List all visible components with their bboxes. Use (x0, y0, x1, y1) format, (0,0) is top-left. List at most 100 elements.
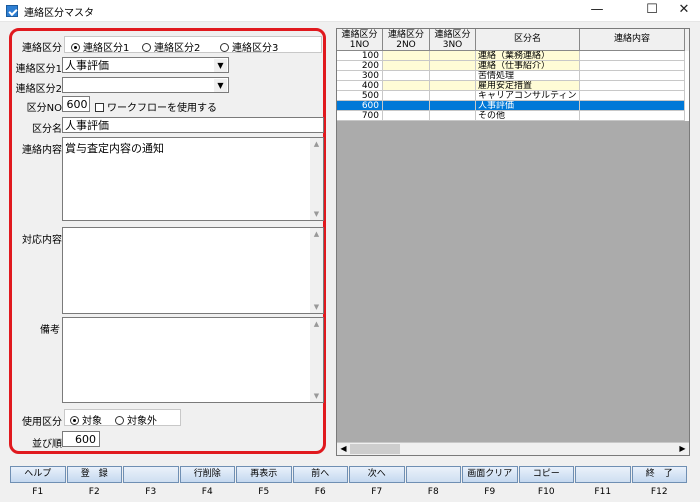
table-cell-no2[interactable] (383, 61, 430, 71)
table-row[interactable]: 200 連絡（仕事紹介） (337, 61, 689, 71)
header-kubun1no[interactable]: 連絡区分 1NO (337, 29, 383, 51)
type-radio-3[interactable]: 連絡区分3 (220, 39, 278, 54)
table-cell-name[interactable]: 雇用安定措置 (476, 81, 580, 91)
fkey-button-f9[interactable]: 画面クリア (462, 466, 518, 483)
table-cell-content[interactable] (580, 111, 685, 121)
fkey-label-f9: F9 (484, 487, 496, 497)
fkey-button-f4[interactable]: 行削除 (179, 466, 235, 483)
table-cell-no3[interactable] (430, 81, 476, 91)
fkey-button-f6[interactable]: 前へ (292, 466, 348, 483)
table-cell-content[interactable] (580, 101, 685, 111)
remarks-textarea[interactable]: ▲ ▼ (62, 317, 324, 403)
scroll-up-icon[interactable]: ▲ (310, 318, 323, 330)
table-cell-content[interactable] (580, 91, 685, 101)
table-cell-name[interactable]: その他 (476, 111, 580, 121)
response-scrollbar[interactable]: ▲ ▼ (310, 228, 323, 313)
table-row[interactable]: 700 その他 (337, 111, 689, 121)
table-cell-content[interactable] (580, 61, 685, 71)
type-radio-1[interactable]: 連絡区分1 (71, 39, 129, 54)
minimize-button[interactable]: — (575, 0, 619, 22)
grid-horizontal-scrollbar[interactable]: ◀ ▶ (337, 442, 689, 455)
radio-icon (220, 43, 229, 52)
usage-radio-target[interactable]: 対象 (70, 412, 102, 427)
table-cell-no3[interactable] (430, 71, 476, 81)
order-input[interactable]: 600 (62, 431, 100, 447)
table-cell-name[interactable]: 苦情処理 (476, 71, 580, 81)
checkbox-icon (95, 103, 104, 112)
scroll-down-icon[interactable]: ▼ (310, 208, 323, 220)
table-cell-name[interactable]: キャリアコンサルティン (476, 91, 580, 101)
header-content[interactable]: 連絡内容 (580, 29, 685, 51)
fkey-button-f11[interactable] (575, 466, 631, 483)
table-row[interactable]: 300 苦情処理 (337, 71, 689, 81)
header-kubun3no[interactable]: 連絡区分 3NO (430, 29, 476, 51)
fkey-button-f1[interactable]: ヘルプ (10, 466, 66, 483)
content-textarea[interactable]: 賞与査定内容の通知 ▲ ▼ (62, 137, 324, 221)
fkey-button-f2[interactable]: 登 録 (66, 466, 122, 483)
scroll-thumb[interactable] (350, 444, 400, 454)
usage-radio-excluded[interactable]: 対象外 (115, 412, 157, 427)
workflow-checkbox[interactable]: ワークフローを使用する (95, 99, 217, 114)
scroll-right-icon[interactable]: ▶ (676, 443, 689, 455)
radio-selected-icon (71, 43, 80, 52)
type-label: 連絡区分 (22, 43, 62, 54)
kubun-no-input[interactable]: 600 (62, 96, 90, 112)
type-radio-2[interactable]: 連絡区分2 (142, 39, 200, 54)
scroll-up-icon[interactable]: ▲ (310, 228, 323, 240)
table-row[interactable]: 600 人事評価 (337, 101, 689, 111)
table-cell-name[interactable]: 連絡（仕事紹介） (476, 61, 580, 71)
table-row[interactable]: 400 雇用安定措置 (337, 81, 689, 91)
table-cell-no2[interactable] (383, 71, 430, 81)
table-cell-no1[interactable]: 400 (337, 81, 383, 91)
table-cell-no1[interactable]: 700 (337, 111, 383, 121)
table-cell-no3[interactable] (430, 61, 476, 71)
table-cell-no1[interactable]: 600 (337, 101, 383, 111)
data-grid[interactable]: 連絡区分 1NO 連絡区分 2NO 連絡区分 3NO 区分名 連絡内容 100 連絡（業… (336, 28, 690, 456)
table-cell-no3[interactable] (430, 51, 476, 61)
header-kubun-name[interactable]: 区分名 (476, 29, 580, 51)
table-cell-no1[interactable]: 100 (337, 51, 383, 61)
fkey-button-f8[interactable] (405, 466, 461, 483)
scroll-left-icon[interactable]: ◀ (337, 443, 350, 455)
client-area: 連絡区分 連絡区分1 連絡区分2 連絡区分3 連絡区分1 人事評価 ▼ 連絡区分… (0, 22, 700, 502)
response-label: 対応内容 (22, 235, 62, 246)
table-cell-no2[interactable] (383, 91, 430, 101)
table-cell-no2[interactable] (383, 111, 430, 121)
close-button[interactable]: ✕ (668, 0, 700, 22)
chevron-down-icon[interactable]: ▼ (214, 79, 227, 92)
fkey-button-f5[interactable]: 再表示 (236, 466, 292, 483)
table-cell-no3[interactable] (430, 101, 476, 111)
fkey-button-f10[interactable]: コピー (518, 466, 574, 483)
content-scrollbar[interactable]: ▲ ▼ (310, 138, 323, 220)
chevron-down-icon[interactable]: ▼ (214, 59, 227, 72)
kubun2-select[interactable]: ▼ (62, 77, 229, 93)
remarks-scrollbar[interactable]: ▲ ▼ (310, 318, 323, 402)
table-cell-no2[interactable] (383, 101, 430, 111)
fkey-label-f3: F3 (145, 487, 157, 497)
scroll-down-icon[interactable]: ▼ (310, 301, 323, 313)
table-cell-content[interactable] (580, 81, 685, 91)
table-cell-name[interactable]: 連絡（業務連絡） (476, 51, 580, 61)
table-cell-no1[interactable]: 500 (337, 91, 383, 101)
kubun1-select[interactable]: 人事評価 ▼ (62, 57, 229, 73)
table-cell-name[interactable]: 人事評価 (476, 101, 580, 111)
kubun-name-input[interactable]: 人事評価 (62, 117, 324, 133)
response-textarea[interactable]: ▲ ▼ (62, 227, 324, 314)
table-cell-no1[interactable]: 200 (337, 61, 383, 71)
table-cell-no3[interactable] (430, 91, 476, 101)
table-cell-no2[interactable] (383, 81, 430, 91)
table-row[interactable]: 500 キャリアコンサルティン (337, 91, 689, 101)
table-cell-no1[interactable]: 300 (337, 71, 383, 81)
header-kubun2no[interactable]: 連絡区分 2NO (383, 29, 430, 51)
fkey-button-f12[interactable]: 終 了 (631, 466, 687, 483)
fkey-button-f3[interactable] (123, 466, 179, 483)
scroll-up-icon[interactable]: ▲ (310, 138, 323, 150)
kubun-name-label: 区分名 (32, 124, 62, 135)
table-cell-content[interactable] (580, 51, 685, 61)
table-cell-content[interactable] (580, 71, 685, 81)
scroll-down-icon[interactable]: ▼ (310, 390, 323, 402)
table-row[interactable]: 100 連絡（業務連絡） (337, 51, 689, 61)
table-cell-no3[interactable] (430, 111, 476, 121)
fkey-button-f7[interactable]: 次へ (349, 466, 405, 483)
table-cell-no2[interactable] (383, 51, 430, 61)
